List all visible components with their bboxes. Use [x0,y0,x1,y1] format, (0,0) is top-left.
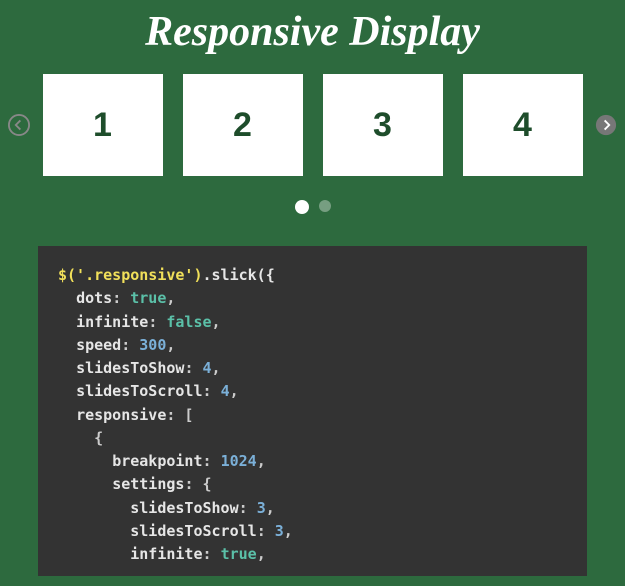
dot[interactable] [295,200,309,214]
code-content: $('.responsive').slick({ dots: true, inf… [58,264,567,566]
carousel: 1 2 3 4 [0,74,625,176]
slide[interactable]: 2 [183,74,303,176]
prev-arrow-icon[interactable] [8,114,30,136]
slide[interactable]: 4 [463,74,583,176]
next-arrow-icon[interactable] [595,114,617,136]
pagination-dots [0,200,625,214]
page-title: Responsive Display [0,0,625,74]
slide[interactable]: 3 [323,74,443,176]
code-example: $('.responsive').slick({ dots: true, inf… [38,246,587,576]
dot[interactable] [319,200,331,212]
slide[interactable]: 1 [43,74,163,176]
slides-track: 1 2 3 4 [38,74,587,176]
